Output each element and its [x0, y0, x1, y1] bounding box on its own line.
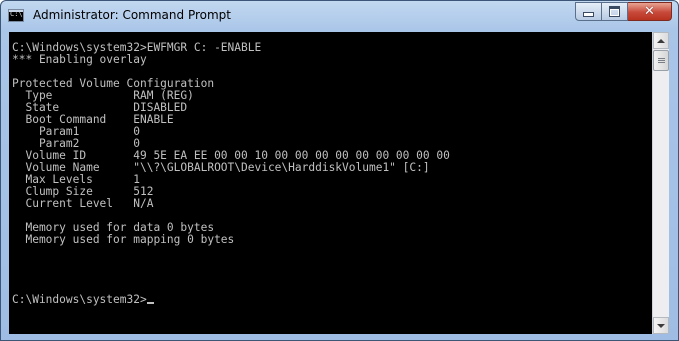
maximize-icon: [609, 6, 620, 17]
grip-line-icon: [658, 60, 665, 61]
grip-line-icon: [658, 62, 665, 63]
console-line: Memory used for mapping 0 bytes: [12, 233, 235, 246]
command-prompt-line: C:\Windows\system32>: [12, 293, 147, 306]
maximize-button[interactable]: [602, 2, 628, 21]
scroll-up-button[interactable]: [653, 32, 669, 49]
command-prompt-icon[interactable]: C:\: [8, 9, 24, 22]
caption-buttons: ✕: [575, 2, 672, 21]
text-cursor: [146, 302, 154, 304]
console-text: C:\Windows\system32>EWFMGR C: -ENABLE **…: [9, 32, 652, 306]
console-line: Current Level N/A: [12, 197, 154, 210]
title-bar[interactable]: C:\ Administrator: Command Prompt ✕: [1, 1, 678, 33]
console-lines: C:\Windows\system32>EWFMGR C: -ENABLE **…: [12, 41, 450, 246]
arrow-down-icon: [657, 323, 665, 328]
minimize-icon: [583, 12, 594, 17]
scroll-down-button[interactable]: [653, 317, 669, 334]
scroll-thumb[interactable]: [653, 50, 669, 71]
close-button[interactable]: ✕: [628, 2, 672, 21]
command-prompt-window: C:\ Administrator: Command Prompt ✕ C:\W…: [0, 0, 679, 341]
window-title: Administrator: Command Prompt: [33, 8, 231, 22]
console-line: *** Enabling overlay: [12, 53, 147, 66]
console-output[interactable]: C:\Windows\system32>EWFMGR C: -ENABLE **…: [9, 32, 652, 334]
arrow-up-icon: [657, 38, 665, 43]
grip-line-icon: [658, 58, 665, 59]
vertical-scrollbar[interactable]: [652, 32, 669, 334]
close-icon: ✕: [644, 4, 655, 19]
minimize-button[interactable]: [575, 2, 602, 21]
app-icon-label: C:\: [10, 10, 23, 18]
